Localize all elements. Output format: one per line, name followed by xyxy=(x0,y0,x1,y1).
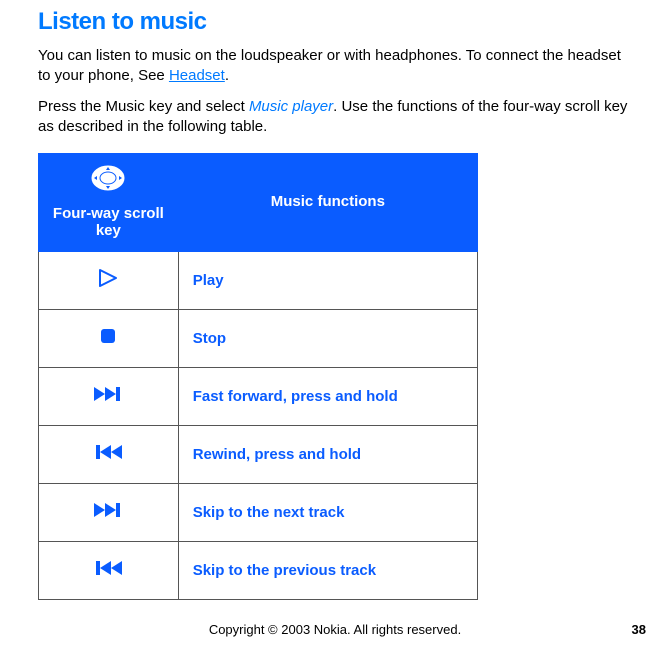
page-number: 38 xyxy=(632,622,646,637)
stop-icon xyxy=(39,310,179,368)
table-row: Play xyxy=(39,252,478,310)
table-row: Skip to the previous track xyxy=(39,542,478,600)
fn-fast-forward: Fast forward, press and hold xyxy=(178,368,477,426)
headset-link[interactable]: Headset xyxy=(169,67,225,84)
skip-next-icon xyxy=(39,484,179,542)
table-header-functions: Music functions xyxy=(178,154,477,252)
skip-prev-icon xyxy=(39,542,179,600)
para1-text-b: . xyxy=(225,67,229,84)
footer-copyright: Copyright © 2003 Nokia. All rights reser… xyxy=(0,622,670,637)
functions-table: Four-way scroll key Music functions Play xyxy=(38,153,478,600)
table-row: Skip to the next track xyxy=(39,484,478,542)
page-heading: Listen to music xyxy=(38,8,650,36)
para1-text-a: You can listen to music on the loudspeak… xyxy=(38,47,621,84)
table-row: Rewind, press and hold xyxy=(39,426,478,484)
fn-skip-next: Skip to the next track xyxy=(178,484,477,542)
header-col1-label: Four-way scroll key xyxy=(45,205,172,239)
fn-stop: Stop xyxy=(178,310,477,368)
fn-play: Play xyxy=(178,252,477,310)
table-row: Stop xyxy=(39,310,478,368)
music-player-term: Music player xyxy=(249,98,333,115)
intro-paragraph-2: Press the Music key and select Music pla… xyxy=(38,97,628,138)
fast-forward-icon xyxy=(39,368,179,426)
rewind-icon xyxy=(39,426,179,484)
dpad-icon xyxy=(90,164,126,197)
table-row: Fast forward, press and hold xyxy=(39,368,478,426)
para2-text-a: Press the Music key and select xyxy=(38,98,249,115)
table-header-scroll-key: Four-way scroll key xyxy=(39,154,179,252)
fn-skip-prev: Skip to the previous track xyxy=(178,542,477,600)
play-icon xyxy=(39,252,179,310)
fn-rewind: Rewind, press and hold xyxy=(178,426,477,484)
intro-paragraph-1: You can listen to music on the loudspeak… xyxy=(38,46,628,87)
